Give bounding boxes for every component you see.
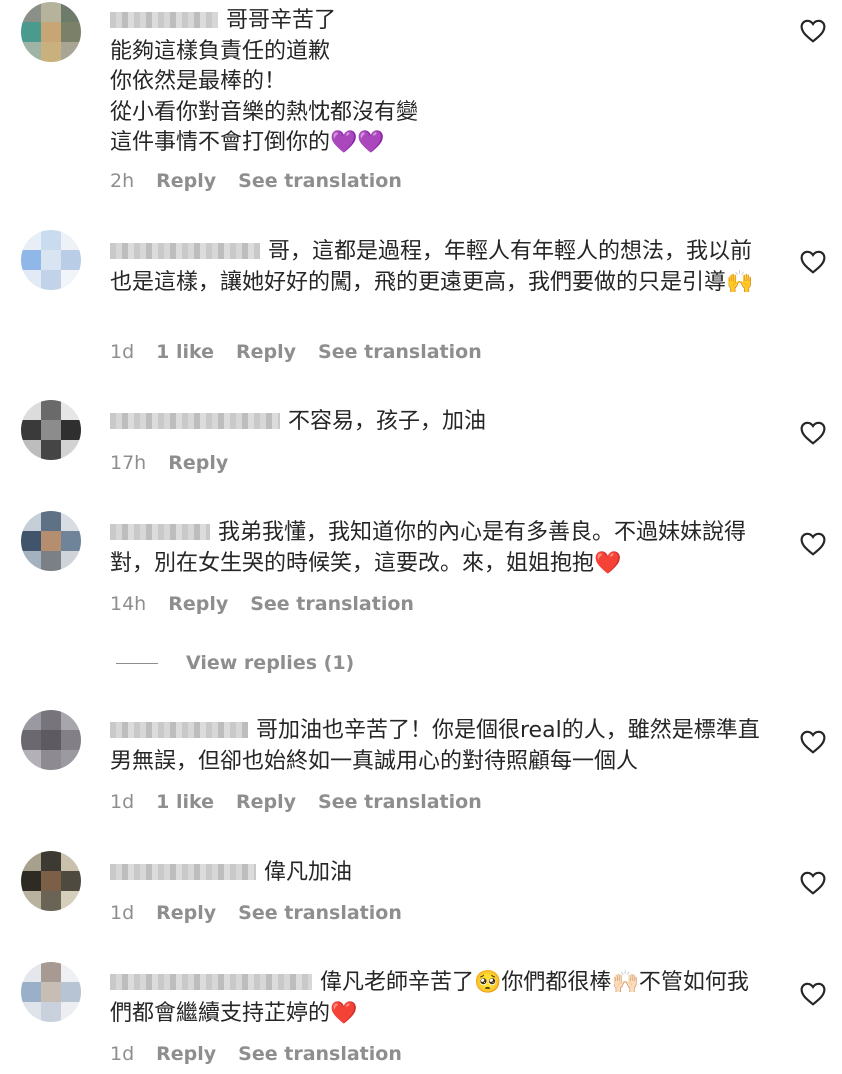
reply-button[interactable]: Reply [156,170,216,192]
comment-body: 偉凡加油 [264,860,353,885]
avatar[interactable] [21,2,81,62]
replies-divider [116,662,158,664]
username[interactable] [110,864,256,880]
see-translation-link[interactable]: See translation [238,902,402,924]
like-heart-icon[interactable] [800,19,826,43]
username[interactable] [110,524,210,540]
purple-heart-emoji: 💜💜 [330,130,385,155]
like-heart-icon[interactable] [800,250,826,274]
avatar[interactable] [21,962,81,1022]
like-heart-icon[interactable] [800,532,826,556]
reply-button[interactable]: Reply [168,452,228,474]
see-translation-link[interactable]: See translation [318,341,482,363]
username[interactable] [110,722,248,738]
comment-meta: 2h Reply See translation [110,170,402,192]
comment-meta: 14h Reply See translation [110,593,414,615]
avatar[interactable] [21,400,81,460]
likes-count[interactable]: 1 like [156,341,214,363]
comment-text: 哥哥辛苦了 能夠這樣負責任的道歉 你依然是最棒的！ 從小看你對音樂的熱忱都沒有變… [110,6,770,159]
avatar[interactable] [21,710,81,770]
comment-body: 不容易，孩子，加油 [288,409,487,434]
comment-body: 偉凡老師辛苦了 [320,970,475,995]
see-translation-link[interactable]: See translation [238,170,402,192]
timestamp: 14h [110,593,147,615]
comment-text: 哥加油也辛苦了！你是個很real的人，雖然是標準直男無誤，但卻也始終如一真誠用心… [110,716,770,777]
raising-hands-emoji: 🙌🏻 [611,970,639,995]
timestamp: 1d [110,341,135,363]
timestamp: 2h [110,170,135,192]
red-heart-emoji: ❤️ [330,1000,358,1026]
timestamp: 17h [110,452,147,474]
see-translation-link[interactable]: See translation [318,791,482,813]
like-heart-icon[interactable] [800,871,826,895]
likes-count[interactable]: 1 like [156,791,214,813]
comment-text: 哥，這都是過程，年輕人有年輕人的想法，我以前也是這樣，讓她好好的闖，飛的更遠更高… [110,237,770,298]
comment-text: 我弟我懂，我知道你的內心是有多善良。不過妹妹說得對，別在女生哭的時候笑，這要改。… [110,518,770,579]
avatar[interactable] [21,230,81,290]
like-heart-icon[interactable] [800,730,826,754]
comment-meta: 1d 1 like Reply See translation [110,791,482,813]
raising-hands-emoji: 🙌 [726,269,754,295]
username[interactable] [110,413,280,429]
username[interactable] [110,974,312,990]
reply-button[interactable]: Reply [168,593,228,615]
like-heart-icon[interactable] [800,421,826,445]
comment-text: 偉凡加油 [110,858,770,889]
avatar[interactable] [21,511,81,571]
pleading-face-emoji: 🥺 [474,970,502,995]
comment-meta: 1d 1 like Reply See translation [110,341,482,363]
comment-body: 你們都很棒 [501,970,612,995]
reply-button[interactable]: Reply [156,902,216,924]
timestamp: 1d [110,791,135,813]
comment-text: 偉凡老師辛苦了🥺你們都很棒🙌🏻不管如何我們都會繼續支持芷婷的❤️ [110,968,770,1029]
comment-meta: 1d Reply See translation [110,1043,402,1065]
username[interactable] [110,243,260,259]
reply-button[interactable]: Reply [236,341,296,363]
comment-meta: 17h Reply [110,452,228,474]
see-translation-link[interactable]: See translation [238,1043,402,1065]
view-replies-label: View replies (1) [186,652,355,674]
see-translation-link[interactable]: See translation [250,593,414,615]
like-heart-icon[interactable] [800,982,826,1006]
comment-text: 不容易，孩子，加油 [110,407,770,438]
view-replies-button[interactable]: View replies (1) [116,652,354,674]
reply-button[interactable]: Reply [236,791,296,813]
reply-button[interactable]: Reply [156,1043,216,1065]
avatar[interactable] [21,851,81,911]
username[interactable] [110,12,218,28]
comment-meta: 1d Reply See translation [110,902,402,924]
timestamp: 1d [110,1043,135,1065]
red-heart-emoji: ❤️ [594,550,622,576]
timestamp: 1d [110,902,135,924]
